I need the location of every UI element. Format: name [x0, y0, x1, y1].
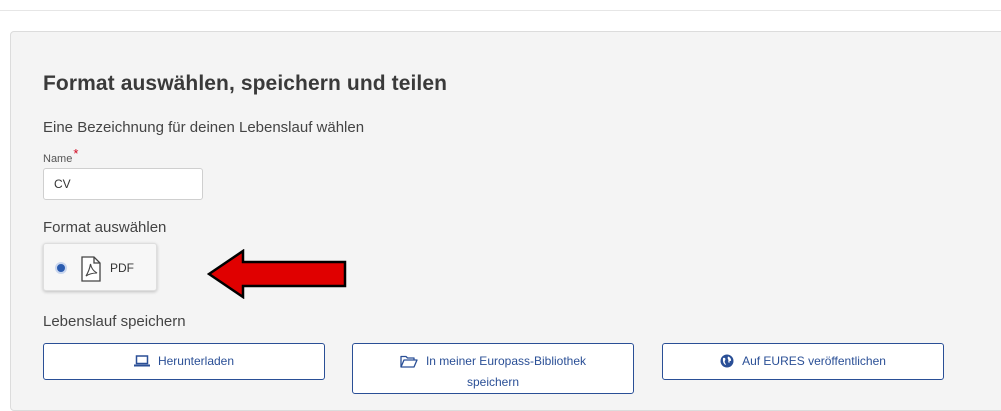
format-heading: Format auswählen [43, 219, 167, 236]
red-arrow-icon [206, 248, 349, 304]
cv-name-prompt: Eine Bezeichnung für deinen Lebenslauf w… [43, 119, 365, 136]
name-label-text: Name [43, 153, 73, 165]
eures-button-label: Auf EURES veröffentlichen [742, 354, 886, 368]
laptop-icon [133, 355, 150, 367]
globe-icon [720, 354, 734, 368]
pdf-radio-button[interactable] [55, 262, 67, 274]
folder-open-icon [400, 355, 418, 368]
pdf-option-label: PDF [110, 261, 134, 275]
eures-button-content: Auf EURES veröffentlichen [663, 354, 943, 368]
publish-eures-button[interactable]: Auf EURES veröffentlichen [662, 343, 944, 380]
name-input[interactable] [43, 168, 203, 200]
required-marker: * [73, 146, 79, 161]
section-title: Format auswählen, speichern und teilen [43, 72, 448, 95]
pdf-file-icon [80, 256, 102, 287]
library-button-label-line1: In meiner Europass-Bibliothek [425, 354, 587, 368]
download-button[interactable]: Herunterladen [43, 343, 325, 380]
save-to-library-button[interactable]: In meiner Europass-Bibliothek speichern [352, 343, 634, 394]
library-button-content: In meiner Europass-Bibliothek [353, 354, 633, 368]
name-field-label: Name* [43, 146, 78, 165]
download-button-content: Herunterladen [44, 354, 324, 368]
library-button-label-line2: speichern [466, 375, 520, 389]
download-button-label: Herunterladen [157, 354, 235, 368]
format-option-pdf[interactable]: PDF [43, 243, 157, 291]
top-divider [0, 10, 1001, 11]
save-heading: Lebenslauf speichern [43, 313, 186, 330]
